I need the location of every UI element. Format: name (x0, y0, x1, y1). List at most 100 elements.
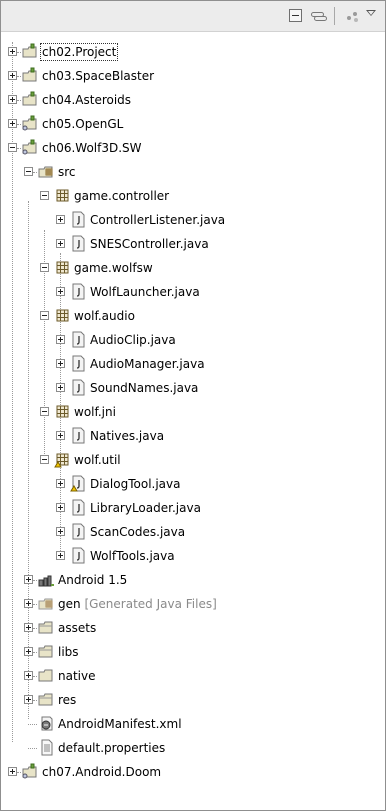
tree-item-label: ch06.Wolf3D.SW (42, 141, 142, 155)
tree-item-file[interactable]: default.properties (1, 737, 385, 760)
tree-item-java-file[interactable]: LibraryLoader.java (1, 497, 385, 520)
expand-toggle[interactable] (56, 479, 65, 488)
package-icon (56, 405, 69, 418)
tree-item-label: WolfLauncher.java (90, 285, 200, 299)
collapse-toggle[interactable] (40, 191, 49, 200)
library-icon (38, 575, 54, 587)
tree-item-java-file[interactable]: ScanCodes.java (1, 521, 385, 544)
expand-toggle[interactable] (56, 527, 65, 536)
collapse-toggle[interactable] (40, 407, 49, 416)
expand-toggle[interactable] (56, 335, 65, 344)
tree-item-label: ch03.SpaceBlaster (42, 69, 155, 83)
tree-item-java-file[interactable]: AudioManager.java (1, 353, 385, 376)
collapse-toggle[interactable] (40, 311, 49, 320)
tree-item-label: ch04.Asteroids (42, 93, 132, 107)
tree-item-label: res (58, 693, 77, 707)
android-project-icon (22, 91, 37, 106)
project-tree: ch02.Project ch03.SpaceBlaster ch04.Aste… (1, 31, 385, 810)
tree-item-project[interactable]: ch07.Android.Doom (1, 761, 385, 784)
tree-item-file[interactable]: AndroidManifest.xml (1, 713, 385, 736)
tree-item-package[interactable]: wolf.jni (1, 401, 385, 424)
tree-item-folder[interactable]: libs (1, 641, 385, 664)
java-file-warning-icon (70, 475, 85, 492)
expand-toggle[interactable] (8, 71, 17, 80)
expand-toggle[interactable] (56, 287, 65, 296)
folder-icon (38, 621, 53, 634)
expand-toggle[interactable] (24, 575, 33, 584)
tree-item-label: assets (58, 621, 97, 635)
package-icon (56, 309, 69, 322)
tree-item-source-folder[interactable]: src (1, 161, 385, 184)
tree-item-label: ScanCodes.java (90, 525, 186, 539)
expand-toggle[interactable] (8, 767, 17, 776)
expand-toggle[interactable] (24, 647, 33, 656)
android-project-icon (22, 67, 37, 82)
collapse-toggle[interactable] (8, 143, 17, 152)
tree-item-package[interactable]: game.wolfsw (1, 257, 385, 280)
tree-item-label: src (58, 165, 76, 179)
expand-toggle[interactable] (24, 671, 33, 680)
collapse-toggle[interactable] (40, 455, 49, 464)
tree-item-label: Android 1.5 (58, 573, 128, 587)
view-options-icon[interactable] (344, 7, 362, 25)
view-menu-icon[interactable] (365, 9, 377, 19)
tree-item-java-file[interactable]: DialogTool.java (1, 473, 385, 496)
collapse-toggle[interactable] (40, 263, 49, 272)
tree-item-folder[interactable]: assets (1, 617, 385, 640)
package-icon (56, 261, 69, 274)
expand-toggle[interactable] (24, 695, 33, 704)
tree-item-label: DialogTool.java (90, 477, 181, 491)
tree-item-project[interactable]: ch03.SpaceBlaster (1, 65, 385, 88)
expand-toggle[interactable] (56, 431, 65, 440)
expand-toggle[interactable] (24, 599, 33, 608)
tree-item-label: AudioClip.java (90, 333, 176, 347)
java-file-icon (72, 379, 85, 396)
expand-toggle[interactable] (24, 623, 33, 632)
toolbar-separator (334, 7, 335, 25)
tree-item-folder[interactable]: native (1, 665, 385, 688)
tree-item-library[interactable]: Android 1.5 (1, 569, 385, 592)
java-file-icon (72, 427, 85, 444)
tree-item-package[interactable]: game.controller (1, 185, 385, 208)
java-file-icon (72, 211, 85, 228)
expand-toggle[interactable] (56, 359, 65, 368)
folder-icon (38, 669, 53, 682)
tree-item-label: wolf.jni (74, 405, 116, 419)
collapse-all-icon[interactable] (287, 7, 305, 25)
expand-toggle[interactable] (56, 383, 65, 392)
tree-item-label: ch05.OpenGL (42, 117, 124, 131)
expand-toggle[interactable] (56, 215, 65, 224)
tree-item-project[interactable]: ch06.Wolf3D.SW (1, 137, 385, 160)
expand-toggle[interactable] (56, 503, 65, 512)
expand-toggle[interactable] (8, 95, 17, 104)
android-manifest-icon (41, 716, 53, 731)
expand-toggle[interactable] (8, 119, 17, 128)
tree-item-package[interactable]: wolf.audio (1, 305, 385, 328)
tree-item-java-file[interactable]: Natives.java (1, 425, 385, 448)
link-with-editor-icon[interactable] (310, 7, 328, 25)
tree-item-java-file[interactable]: SoundNames.java (1, 377, 385, 400)
tree-item-java-file[interactable]: WolfLauncher.java (1, 281, 385, 304)
expand-toggle[interactable] (56, 551, 65, 560)
tree-item-package[interactable]: wolf.util (1, 449, 385, 472)
expand-toggle[interactable] (56, 239, 65, 248)
source-folder-icon (38, 166, 53, 178)
collapse-toggle[interactable] (24, 167, 33, 176)
java-file-icon (72, 235, 85, 252)
tree-item-java-file[interactable]: SNESController.java (1, 233, 385, 256)
folder-icon (38, 645, 53, 658)
tree-item-project[interactable]: ch04.Asteroids (1, 89, 385, 112)
tree-item-label: default.properties (58, 741, 166, 755)
android-project-icon (22, 43, 37, 58)
tree-item-label: gen [Generated Java Files] (58, 597, 217, 611)
tree-item-project[interactable]: ch02.Project (1, 41, 385, 64)
tree-item-source-folder[interactable]: gen [Generated Java Files] (1, 593, 385, 616)
tree-item-java-file[interactable]: ControllerListener.java (1, 209, 385, 232)
tree-item-label: SoundNames.java (90, 381, 199, 395)
tree-item-java-file[interactable]: WolfTools.java (1, 545, 385, 568)
android-project-icon (22, 115, 37, 131)
tree-item-project[interactable]: ch05.OpenGL (1, 113, 385, 136)
expand-toggle[interactable] (8, 47, 17, 56)
tree-item-java-file[interactable]: AudioClip.java (1, 329, 385, 352)
tree-item-folder[interactable]: res (1, 689, 385, 712)
